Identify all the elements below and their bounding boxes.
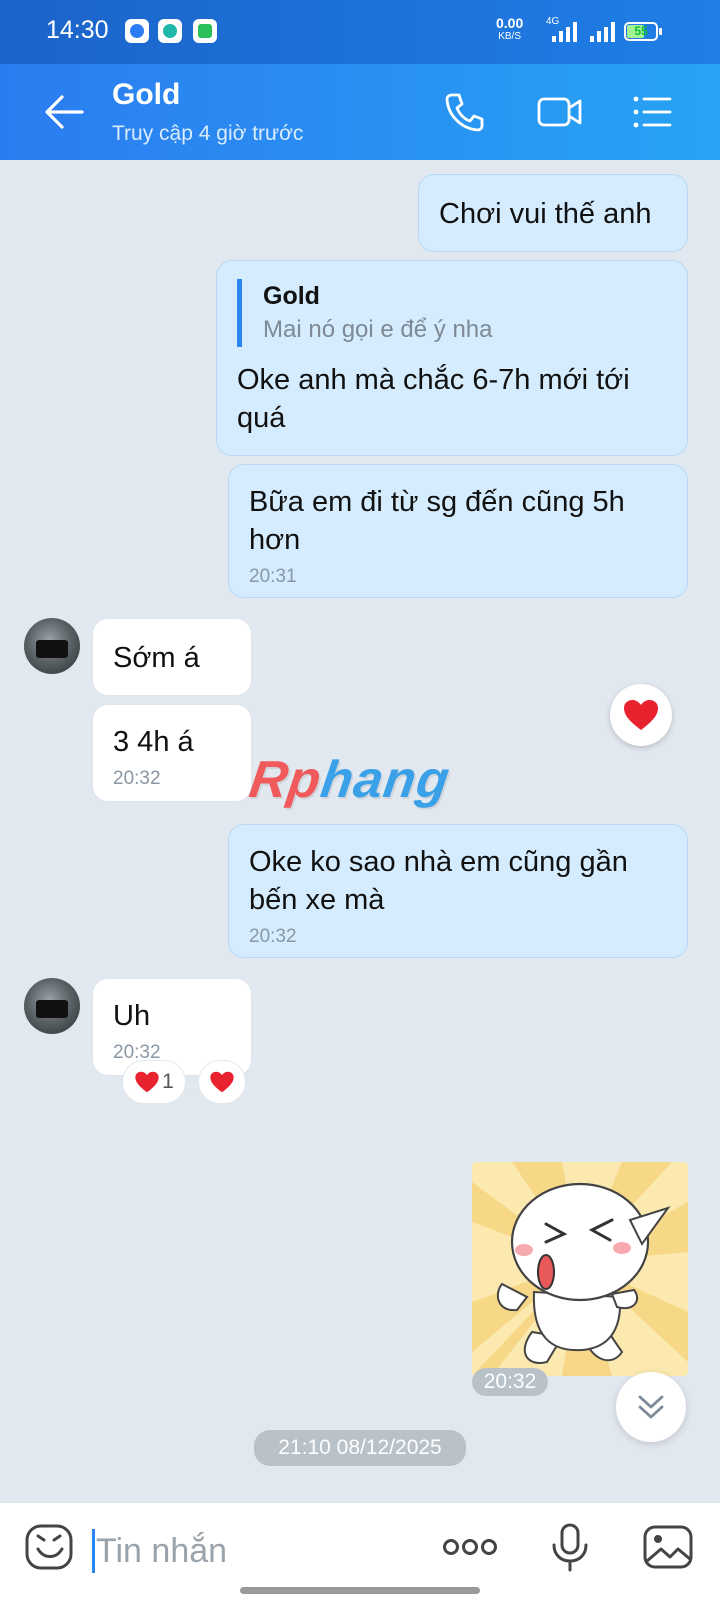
contact-last-seen: Truy cập 4 giờ trước xyxy=(112,122,304,145)
back-arrow-icon[interactable] xyxy=(44,94,84,130)
net-speed-unit: KB/S xyxy=(498,31,522,42)
message-time: 20:32 xyxy=(113,768,161,789)
message-text: Chơi vui thế anh xyxy=(439,198,652,230)
message-text: Sớm á xyxy=(113,642,200,674)
scroll-to-bottom-button[interactable] xyxy=(616,1372,686,1442)
sticker-image[interactable] xyxy=(472,1162,688,1376)
chat-header: Gold Truy cập 4 giờ trước xyxy=(0,64,720,160)
shield-app-icon xyxy=(193,19,217,43)
heart-icon xyxy=(624,700,658,730)
messenger-app-icon xyxy=(125,19,149,43)
message-input[interactable] xyxy=(96,1527,416,1575)
video-call-icon[interactable] xyxy=(536,90,584,134)
signal-icon xyxy=(552,22,577,42)
message-time: 20:31 xyxy=(249,566,297,587)
heart-icon xyxy=(210,1071,234,1093)
message-text: Oke ko sao nhà em cũng gần bến xe mà xyxy=(249,846,628,916)
contact-name[interactable]: Gold xyxy=(112,78,180,112)
react-heart-button[interactable] xyxy=(198,1060,246,1104)
date-separator: 21:10 08/12/2025 xyxy=(254,1430,466,1466)
avatar[interactable] xyxy=(24,618,80,674)
reply-quote[interactable]: Gold Mai nó gọi e để ý nha xyxy=(237,279,667,347)
react-heart-button[interactable] xyxy=(610,684,672,746)
text-cursor xyxy=(92,1529,95,1573)
battery-icon: 55 xyxy=(624,22,662,41)
message-text: Oke anh mà chắc 6-7h mới tới quá xyxy=(237,364,630,434)
message-text: Uh xyxy=(113,1000,151,1032)
message-outgoing[interactable]: Chơi vui thế anh xyxy=(418,174,688,252)
message-text: 3 4h á xyxy=(113,726,194,758)
signal-icon xyxy=(590,22,615,42)
reaction-count: 1 xyxy=(162,1070,174,1093)
sticker-character xyxy=(472,1162,688,1376)
net-speed-value: 0.00 xyxy=(496,15,524,31)
status-time: 14:30 xyxy=(46,16,109,44)
microphone-icon[interactable] xyxy=(544,1521,596,1573)
image-icon[interactable] xyxy=(642,1521,694,1573)
message-text: Bữa em đi từ sg đến cũng 5h hơn xyxy=(249,486,625,556)
message-incoming[interactable]: Sớm á xyxy=(92,618,252,696)
phone-icon[interactable] xyxy=(442,90,486,134)
emoji-icon[interactable] xyxy=(24,1521,76,1573)
status-bar: 14:30 0.00 KB/S 4G 55 xyxy=(0,0,720,64)
quote-text: Mai nó gọi e để ý nha xyxy=(263,316,493,343)
battery-level: 55 xyxy=(634,24,648,38)
menu-icon[interactable] xyxy=(630,90,674,134)
message-outgoing[interactable]: Bữa em đi từ sg đến cũng 5h hơn 20:31 xyxy=(228,464,688,598)
more-options-icon[interactable] xyxy=(442,1521,498,1573)
message-incoming[interactable]: 3 4h á 20:32 xyxy=(92,704,252,802)
network-speed: 0.00 KB/S xyxy=(496,15,524,43)
watermark-logo: Rphang xyxy=(245,751,454,809)
chat-app-icon xyxy=(158,19,182,43)
avatar[interactable] xyxy=(24,978,80,1034)
double-chevron-down-icon xyxy=(638,1395,664,1419)
message-input-bar xyxy=(0,1502,720,1600)
reaction-summary[interactable]: 1 xyxy=(122,1060,186,1104)
message-outgoing[interactable]: Oke ko sao nhà em cũng gần bến xe mà 20:… xyxy=(228,824,688,958)
message-time: 20:32 xyxy=(249,926,297,947)
message-outgoing-reply[interactable]: Gold Mai nó gọi e để ý nha Oke anh mà ch… xyxy=(216,260,688,456)
message-time: 20:32 xyxy=(472,1368,548,1396)
chat-messages[interactable]: Chơi vui thế anh Gold Mai nó gọi e để ý … xyxy=(0,160,720,1500)
heart-icon xyxy=(135,1071,159,1093)
home-indicator[interactable] xyxy=(240,1587,480,1594)
quote-author: Gold xyxy=(263,282,320,310)
